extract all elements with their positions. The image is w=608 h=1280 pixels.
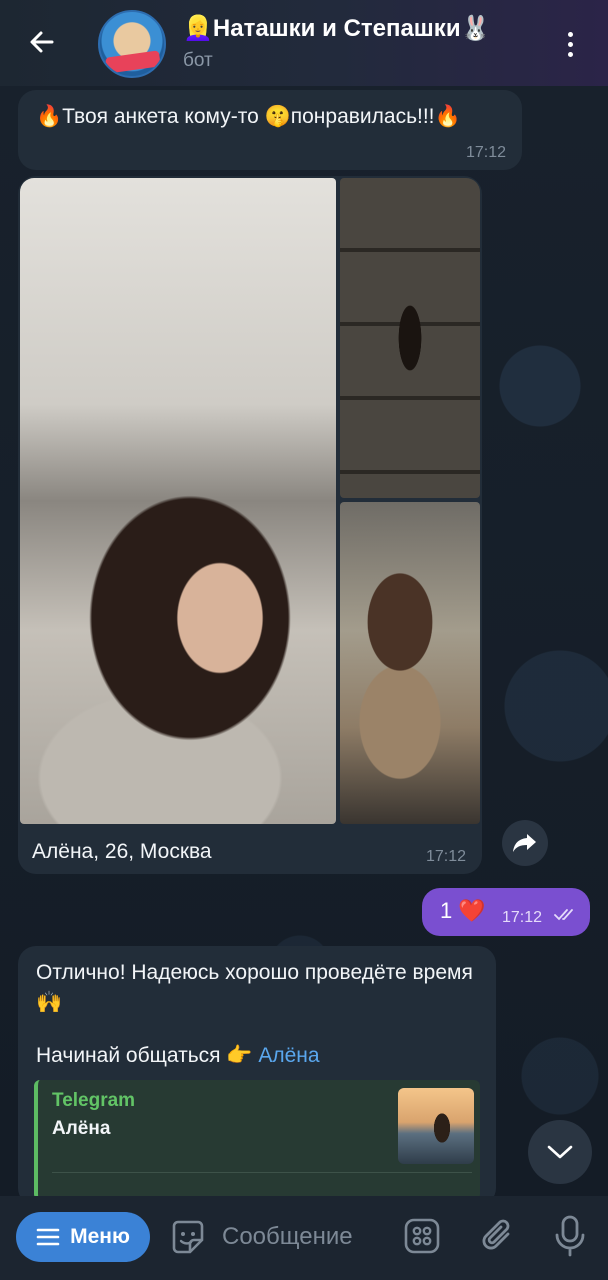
album-caption: Алёна, 26, Москва bbox=[32, 840, 212, 863]
preview-title: Алёна bbox=[52, 1118, 111, 1139]
more-options-button[interactable] bbox=[552, 24, 588, 64]
share-button[interactable] bbox=[502, 820, 548, 866]
mention-link[interactable]: Алёна bbox=[258, 1044, 319, 1067]
mic-icon[interactable] bbox=[552, 1214, 588, 1258]
back-button[interactable] bbox=[22, 22, 62, 62]
incoming-message[interactable]: 🔥Твоя анкета кому-то 🤫понравилась!!!🔥 17… bbox=[18, 90, 522, 170]
chevron-down-icon bbox=[547, 1145, 573, 1159]
profile-photo-main[interactable] bbox=[20, 178, 336, 824]
chat-title[interactable]: 👱‍♀️Наташки и Степашки🐰 bbox=[183, 14, 490, 43]
incoming-message[interactable]: Отлично! Надеюсь хорошо проведёте время … bbox=[18, 946, 496, 1206]
share-icon bbox=[513, 834, 536, 852]
bot-menu-button[interactable]: Меню bbox=[16, 1212, 150, 1262]
link-preview[interactable]: Telegram Алёна bbox=[34, 1080, 480, 1200]
message-time: 17:12 bbox=[425, 848, 466, 865]
bot-avatar[interactable] bbox=[98, 10, 166, 78]
apps-icon[interactable] bbox=[402, 1216, 442, 1256]
message-input-bar: Меню bbox=[0, 1196, 608, 1280]
message-input[interactable] bbox=[222, 1218, 392, 1256]
chat-subtitle: бот bbox=[183, 50, 213, 71]
preview-thumbnail bbox=[398, 1088, 474, 1164]
menu-label: Меню bbox=[70, 1225, 130, 1248]
message-time: 17:12 bbox=[502, 909, 543, 926]
message-text: 🔥Твоя анкета кому-то 🤫понравилась!!!🔥 bbox=[36, 105, 461, 128]
outgoing-message[interactable]: 1 ❤️ 17:12 bbox=[422, 888, 590, 936]
message-text: Начинай общаться 👉 bbox=[36, 1044, 259, 1067]
more-vertical-icon bbox=[567, 31, 573, 37]
preview-divider bbox=[52, 1172, 472, 1173]
attach-icon[interactable] bbox=[478, 1216, 518, 1256]
sticker-icon[interactable] bbox=[168, 1218, 208, 1258]
avatar-logo-badge bbox=[105, 50, 161, 74]
back-arrow-icon bbox=[30, 31, 54, 53]
profile-photo-full-length[interactable] bbox=[340, 178, 480, 498]
message-time: 17:12 bbox=[465, 144, 506, 161]
double-check-icon bbox=[554, 909, 573, 921]
message-text: Отлично! Надеюсь хорошо проведёте время … bbox=[36, 961, 473, 1014]
message-text-line: Начинай общаться 👉 Алёна bbox=[36, 1044, 320, 1068]
menu-icon bbox=[36, 1228, 60, 1246]
profile-photo-cafe[interactable] bbox=[340, 502, 480, 824]
photo-album-message[interactable]: Алёна, 26, Москва 17:12 bbox=[18, 176, 482, 874]
chat-header: 👱‍♀️Наташки и Степашки🐰 бот bbox=[0, 0, 608, 86]
scroll-down-button[interactable] bbox=[528, 1120, 592, 1184]
preview-site-name: Telegram bbox=[52, 1090, 136, 1111]
message-text: 1 ❤️ bbox=[440, 898, 486, 923]
